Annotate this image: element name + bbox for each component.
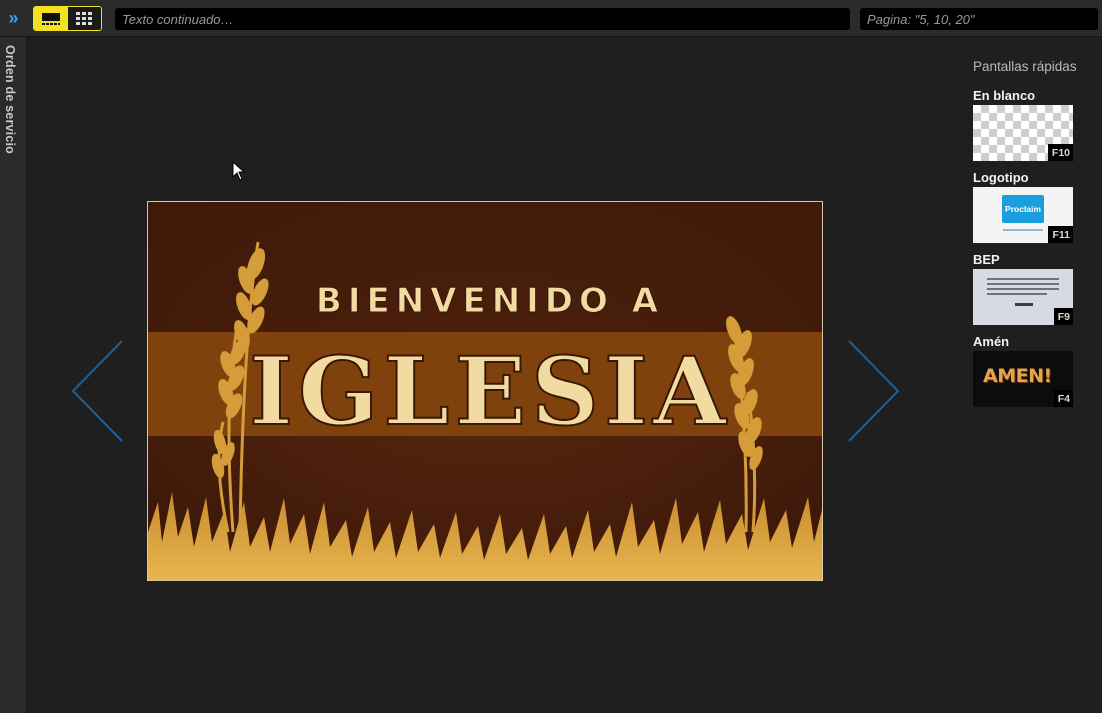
quick-screen-logo[interactable]: Logotipo Proclaim F11	[973, 170, 1083, 243]
quick-screen-label: BEP	[973, 252, 1000, 267]
amen-thumbnail-text: AMEN!	[983, 365, 1052, 387]
page-number-input[interactable]	[860, 8, 1098, 30]
proclaim-logo-icon: Proclaim	[1002, 195, 1044, 223]
app-window: » Texto continuado… Pagina: "5, 10, 20" …	[0, 0, 1102, 713]
continued-text-search-input[interactable]	[115, 8, 850, 30]
logo-tagline-line	[1003, 229, 1043, 231]
quick-screen-label: En blanco	[973, 88, 1036, 103]
grid-view-button[interactable]	[67, 7, 101, 30]
quick-screen-thumbnail[interactable]: AMEN! F4	[973, 351, 1073, 407]
grid-icon	[76, 11, 93, 25]
single-slide-icon	[41, 12, 60, 25]
quick-screen-thumbnail[interactable]: F10	[973, 105, 1073, 161]
quick-screen-blank[interactable]: En blanco F10	[973, 88, 1083, 161]
mouse-cursor-icon	[232, 161, 246, 181]
service-order-tab[interactable]: Orden de servicio	[0, 37, 27, 713]
quick-screen-amen[interactable]: Amén AMEN! F4	[973, 334, 1083, 407]
slide-preview[interactable]: BIENVENIDO A IGLESIA	[147, 201, 823, 581]
logo-text: Proclaim	[1005, 204, 1041, 214]
quick-screen-thumbnail[interactable]: Proclaim F11	[973, 187, 1073, 243]
top-toolbar: »	[0, 0, 1102, 37]
next-slide-arrow-icon[interactable]	[847, 340, 901, 442]
shortcut-key-badge: F11	[1048, 226, 1073, 243]
shortcut-key-badge: F10	[1047, 144, 1073, 161]
shortcut-key-badge: F4	[1053, 390, 1073, 407]
previous-slide-arrow-icon[interactable]	[70, 340, 124, 442]
service-order-tab-label: Orden de servicio	[3, 45, 17, 154]
bep-text-lines	[987, 278, 1059, 306]
quick-screen-bep[interactable]: BEP F9	[973, 252, 1083, 325]
quick-screen-label: Amén	[973, 334, 1010, 349]
view-toggle	[33, 6, 102, 31]
quick-screens-title: Pantallas rápidas	[973, 59, 1077, 74]
slide-artwork: BIENVENIDO A IGLESIA	[148, 202, 822, 580]
slide-welcome-text: BIENVENIDO A	[316, 281, 664, 321]
quick-screen-thumbnail[interactable]: F9	[973, 269, 1073, 325]
quick-screen-label: Logotipo	[973, 170, 1029, 185]
double-chevron-right-icon[interactable]: »	[0, 0, 27, 37]
single-slide-view-button[interactable]	[34, 7, 68, 30]
slide-church-text: IGLESIA	[249, 337, 731, 447]
shortcut-key-badge: F9	[1053, 308, 1073, 325]
